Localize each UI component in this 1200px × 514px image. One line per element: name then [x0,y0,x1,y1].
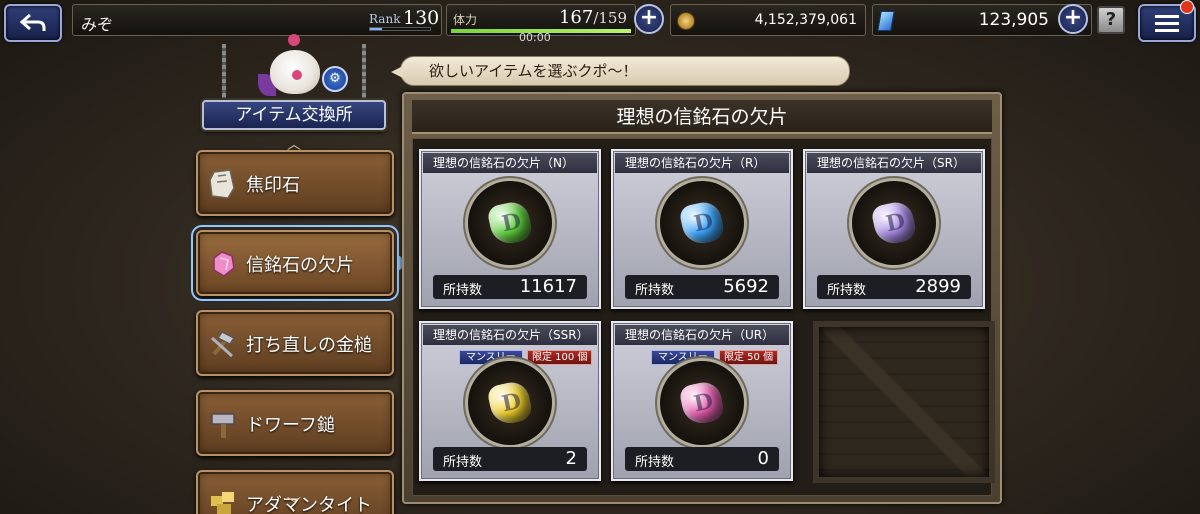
stamina-panel: 体力 167/159 00:00 [446,4,636,44]
stamina-value: 167/159 [559,7,627,28]
stamina-current: 167 [558,7,594,28]
item-count-bar: 所持数 0 [625,447,779,471]
back-button[interactable] [4,4,62,42]
stamina-max: /159 [593,9,627,27]
dwarf-hammer-icon [211,413,235,438]
moogle-mascot [258,34,328,100]
gem-crystal-icon [877,11,895,31]
pink-crystal-shard-icon [660,361,744,445]
player-info-panel: みぞ Rank 130 [72,4,442,36]
menu-item-label: 打ち直しの金槌 [246,335,372,356]
player-name: みぞ [81,15,114,34]
menu-item-label: ドワーフ鎚 [246,415,335,436]
item-card-title: 理想の信銘石の欠片（R） [615,153,789,173]
sign-chain-left [222,44,226,102]
item-card-n[interactable]: 理想の信銘石の欠片（N） 所持数 11617 [419,149,601,309]
item-panel: 理想の信銘石の欠片 理想の信銘石の欠片（N） 所持数 11617 理想の信銘石の… [402,92,1002,504]
stamina-plus-button[interactable]: + [634,4,664,34]
item-count-bar: 所持数 11617 [433,275,587,299]
item-count-label: 所持数 [635,455,675,470]
item-count-bar: 所持数 5692 [625,275,779,299]
menu-item-label: 信銘石の欠片 [246,255,354,276]
item-count-value: 5692 [723,276,769,297]
menu-item-crystal-shard[interactable]: 信銘石の欠片 [191,225,399,301]
item-count-label: 所持数 [443,455,483,470]
item-count-label: 所持数 [443,283,483,298]
gil-panel: 4,152,379,061 [670,4,866,36]
menu-item-reforge-hammer[interactable]: 打ち直しの金槌 [196,310,394,376]
menu-item-label: 焦印石 [246,175,300,196]
item-count-value: 2899 [915,276,961,297]
speech-bubble: 欲しいアイテムを選ぶクポ〜！ [391,56,850,86]
menu-item-dwarf-hammer[interactable]: ドワーフ鎚 [196,390,394,456]
item-count-value: 11617 [519,276,577,297]
adamantite-icon [211,492,234,514]
item-count-label: 所持数 [635,283,675,298]
back-arrow-icon [19,13,46,31]
item-card-title: 理想の信銘石の欠片（SR） [807,153,981,173]
item-card-title: 理想の信銘石の欠片（N） [423,153,597,173]
item-card-sr[interactable]: 理想の信銘石の欠片（SR） 所持数 2899 [803,149,985,309]
item-count-bar: 所持数 2899 [817,275,971,299]
item-card-title: 理想の信銘石の欠片（UR） [615,325,789,345]
menu-item-stone[interactable]: 焦印石 [196,150,394,216]
limit-tag: 限定 100 個 [527,350,593,365]
hamburger-icon [1155,15,1179,32]
hammer-icon [210,331,236,358]
stamina-timer: 00:00 [519,31,551,44]
item-count-value: 2 [565,448,577,469]
item-card-ur[interactable]: 理想の信銘石の欠片（UR） マンスリー 限定 50 個 所持数 0 [611,321,793,481]
stamina-label: 体力 [453,13,478,27]
help-button[interactable]: ? [1097,6,1125,34]
rank-label: Rank [369,12,401,26]
gil-coin-icon [677,12,695,30]
item-count-label: 所持数 [827,283,867,298]
panel-title: 理想の信銘石の欠片 [412,100,992,134]
rank-value: 130 [403,7,440,29]
scroll-down-icon[interactable]: ﹀ [280,498,308,512]
gil-value: 4,152,379,061 [754,12,857,28]
blue-crystal-shard-icon [660,181,744,265]
yellow-crystal-shard-icon [468,361,552,445]
notification-badge [1180,0,1194,14]
green-crystal-shard-icon [468,181,552,265]
rank-progress-bar [369,27,431,31]
menu-item-label: アダマンタイト [246,495,372,514]
item-count-bar: 所持数 2 [433,447,587,471]
empty-slot [813,321,995,483]
purple-crystal-shard-icon [852,181,936,265]
item-card-ssr[interactable]: 理想の信銘石の欠片（SSR） マンスリー 限定 100 個 所持数 2 [419,321,601,481]
item-count-value: 0 [757,448,769,469]
limit-tag: 限定 50 個 [719,350,779,365]
pink-crystal-icon [213,251,235,277]
sign-chain-right [362,44,366,102]
shop-title: アイテム交換所 [202,100,386,130]
item-card-r[interactable]: 理想の信銘石の欠片（R） 所持数 5692 [611,149,793,309]
rank-progress-fill [370,28,382,30]
top-bar: みぞ Rank 130 体力 167/159 00:00 + 4,152,379… [0,0,1200,46]
item-grid: 理想の信銘石の欠片（N） 所持数 11617 理想の信銘石の欠片（R） 所持数 … [412,138,995,496]
shop-gear-icon[interactable]: ⚙ [322,66,348,92]
gem-plus-button[interactable]: + [1058,4,1088,34]
item-card-title: 理想の信銘石の欠片（SSR） [423,325,597,345]
stone-icon [209,169,235,199]
gem-value: 123,905 [978,10,1049,30]
